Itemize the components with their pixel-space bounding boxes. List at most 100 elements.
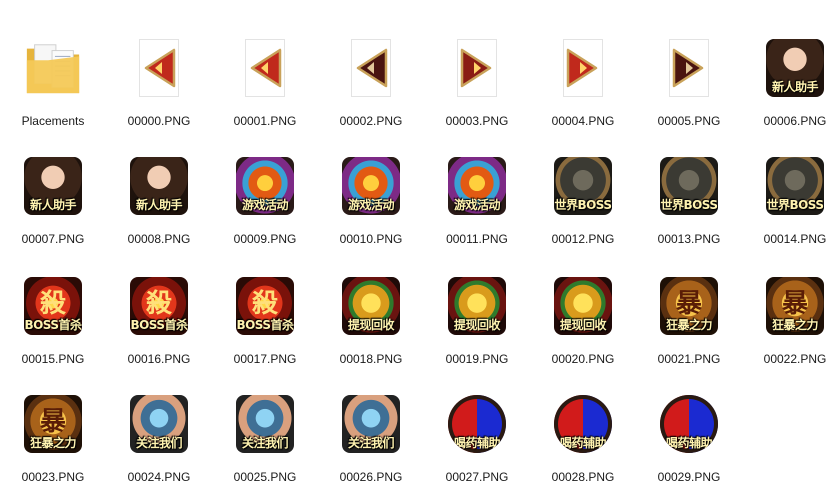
file-name: 00015.PNG	[21, 352, 85, 366]
thumbnail: 新人助手	[129, 156, 189, 216]
thumbnail: 提现回收	[341, 276, 401, 336]
icon-label: 新人助手	[135, 198, 183, 212]
icon-label: 关注我们	[241, 436, 289, 450]
thumbnail: 世界BOSS	[553, 156, 613, 216]
icon-label: 游戏活动	[241, 198, 289, 212]
arrow-image	[669, 39, 709, 97]
file-name: 00020.PNG	[551, 352, 615, 366]
file-name: 00004.PNG	[551, 114, 615, 128]
file-name: 00024.PNG	[127, 470, 191, 484]
file-item[interactable]: 游戏活动 00010.PNG	[318, 142, 424, 260]
file-name: 00014.PNG	[763, 232, 827, 246]
icon-label: BOSS首杀	[24, 318, 82, 332]
icon-label: BOSS首杀	[130, 318, 188, 332]
file-item[interactable]: 提现回收 00018.PNG	[318, 262, 424, 380]
arrow-left-icon	[144, 48, 176, 88]
boss-icon: 世界BOSS	[766, 157, 824, 215]
file-name: 00001.PNG	[233, 114, 297, 128]
icon-label: 狂暴之力	[665, 318, 713, 332]
file-name: 00002.PNG	[339, 114, 403, 128]
icon-label: 新人助手	[29, 198, 77, 212]
thumbnail	[341, 38, 401, 98]
file-item[interactable]: 暴狂暴之力 00022.PNG	[742, 262, 836, 380]
potion-icon: 喝药辅助	[660, 395, 718, 453]
file-name: 00018.PNG	[339, 352, 403, 366]
woman-icon: 新人助手	[24, 157, 82, 215]
kill-glyph: 殺	[251, 289, 278, 319]
arrow-image	[139, 39, 179, 97]
file-item[interactable]: 喝药辅助 00027.PNG	[424, 380, 530, 498]
thumbnail: 世界BOSS	[765, 156, 825, 216]
file-item[interactable]: 世界BOSS 00012.PNG	[530, 142, 636, 260]
file-name: 00019.PNG	[445, 352, 509, 366]
thumbnail: 关注我们	[341, 394, 401, 454]
file-name: 00022.PNG	[763, 352, 827, 366]
file-item[interactable]: 00005.PNG	[636, 24, 742, 142]
thumbnail: 游戏活动	[447, 156, 507, 216]
phone-icon: 关注我们	[342, 395, 400, 453]
arrow-right-icon	[566, 48, 598, 88]
file-name: 00007.PNG	[21, 232, 85, 246]
file-item[interactable]: 殺 BOSS首杀 00016.PNG	[106, 262, 212, 380]
file-item[interactable]: 00002.PNG	[318, 24, 424, 142]
rage-glyph: 暴	[781, 289, 808, 319]
thumbnail	[235, 38, 295, 98]
file-item[interactable]: 新人助手 00007.PNG	[0, 142, 106, 260]
icon-label: 狂暴之力	[771, 318, 819, 332]
file-name: 00010.PNG	[339, 232, 403, 246]
thumbnail: 关注我们	[235, 394, 295, 454]
kill-glyph: 殺	[39, 289, 66, 319]
thumbnail: 殺 BOSS首杀	[235, 276, 295, 336]
thumbnail	[553, 38, 613, 98]
icon-label: 世界BOSS	[554, 198, 612, 212]
file-item[interactable]: 喝药辅助 00029.PNG	[636, 380, 742, 498]
file-item[interactable]: 关注我们 00025.PNG	[212, 380, 318, 498]
woman-icon: 新人助手	[766, 39, 824, 97]
file-item[interactable]: 世界BOSS 00014.PNG	[742, 142, 836, 260]
file-item[interactable]: 游戏活动 00009.PNG	[212, 142, 318, 260]
game-icon: 游戏活动	[448, 157, 506, 215]
potion-icon: 喝药辅助	[554, 395, 612, 453]
thumbnail: 提现回收	[447, 276, 507, 336]
file-item[interactable]: 暴狂暴之力 00023.PNG	[0, 380, 106, 498]
file-item[interactable]: 关注我们 00026.PNG	[318, 380, 424, 498]
file-item[interactable]: 喝药辅助 00028.PNG	[530, 380, 636, 498]
file-name: 00027.PNG	[445, 470, 509, 484]
file-item[interactable]: 00003.PNG	[424, 24, 530, 142]
thumbnail: 殺 BOSS首杀	[23, 276, 83, 336]
file-name: 00006.PNG	[763, 114, 827, 128]
woman-icon: 新人助手	[130, 157, 188, 215]
boss-icon: 世界BOSS	[554, 157, 612, 215]
rage-glyph: 暴	[675, 289, 702, 319]
icon-label: 游戏活动	[347, 198, 395, 212]
icon-label: 关注我们	[347, 436, 395, 450]
file-name: 00026.PNG	[339, 470, 403, 484]
gold-icon: 提现回收	[554, 277, 612, 335]
icon-label: 喝药辅助	[453, 436, 501, 450]
file-item[interactable]: 关注我们 00024.PNG	[106, 380, 212, 498]
file-item[interactable]: 殺 BOSS首杀 00015.PNG	[0, 262, 106, 380]
file-item[interactable]: 00004.PNG	[530, 24, 636, 142]
folder-item[interactable]: Placements	[0, 24, 106, 142]
file-name: 00021.PNG	[657, 352, 721, 366]
gold-icon: 提现回收	[342, 277, 400, 335]
file-item[interactable]: 暴狂暴之力 00021.PNG	[636, 262, 742, 380]
thumbnail: 游戏活动	[235, 156, 295, 216]
arrow-right-icon	[672, 48, 704, 88]
file-item[interactable]: 00000.PNG	[106, 24, 212, 142]
file-item[interactable]: 游戏活动 00011.PNG	[424, 142, 530, 260]
thumbnail: 游戏活动	[341, 156, 401, 216]
file-item[interactable]: 提现回收 00020.PNG	[530, 262, 636, 380]
thumbnail: 新人助手	[765, 38, 825, 98]
rage-glyph: 暴	[39, 407, 66, 437]
icon-label: 世界BOSS	[660, 198, 718, 212]
file-item[interactable]: 00001.PNG	[212, 24, 318, 142]
file-item[interactable]: 世界BOSS 00013.PNG	[636, 142, 742, 260]
thumbnail: 提现回收	[553, 276, 613, 336]
arrow-right-icon	[460, 48, 492, 88]
file-item[interactable]: 新人助手 00008.PNG	[106, 142, 212, 260]
file-item[interactable]: 新人助手 00006.PNG	[742, 24, 836, 142]
file-item[interactable]: 殺 BOSS首杀 00017.PNG	[212, 262, 318, 380]
file-item[interactable]: 提现回收 00019.PNG	[424, 262, 530, 380]
gold-icon: 提现回收	[448, 277, 506, 335]
